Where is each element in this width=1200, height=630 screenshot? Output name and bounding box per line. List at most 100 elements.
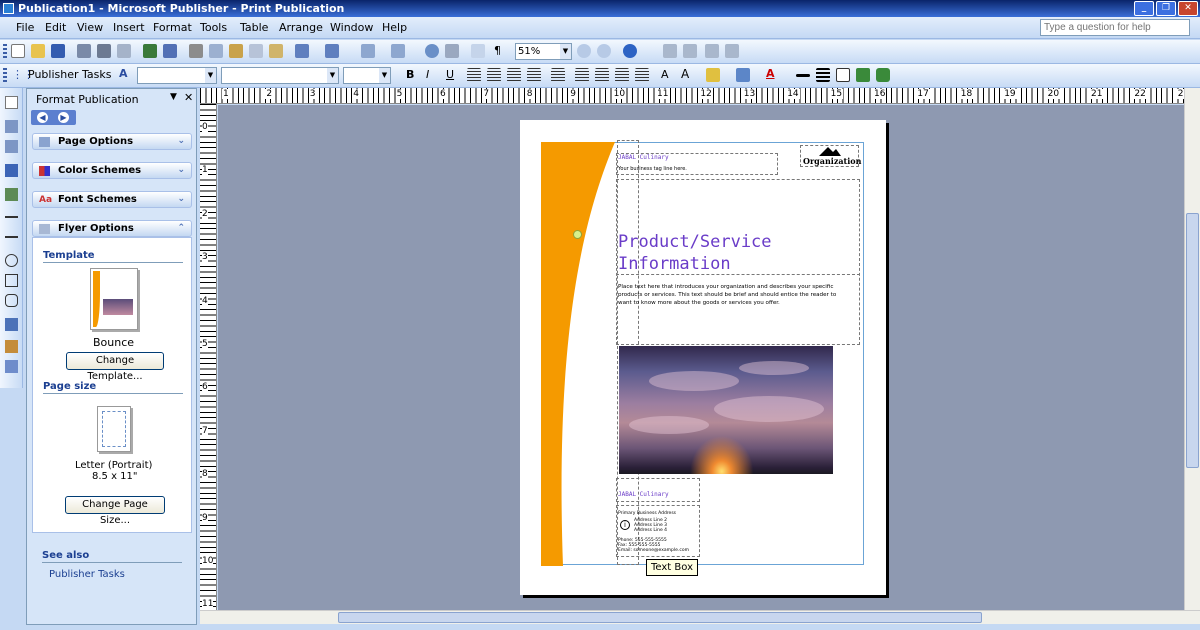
text-flow-icon[interactable] [705,44,719,58]
save-icon[interactable] [51,44,65,58]
spelling-icon[interactable] [143,44,157,58]
orange-swoosh-graphic[interactable] [541,142,615,566]
styles-icon[interactable]: A [119,67,128,80]
page-size-thumbnail[interactable] [97,406,131,452]
section-flyer-options[interactable]: Flyer Options ⌃ [32,220,192,237]
zoom-combo[interactable]: 51% ▼ [515,43,572,60]
align-left-icon[interactable] [467,68,481,82]
arrow-tool-icon[interactable] [5,236,18,238]
template-thumbnail[interactable] [90,268,138,330]
line-tool-icon[interactable] [5,216,18,218]
bullets-icon[interactable] [595,68,609,82]
align-right-icon[interactable] [507,68,521,82]
columns-icon[interactable] [471,44,485,58]
toolbar-grip[interactable] [3,68,7,84]
open-icon[interactable] [31,44,45,58]
chevron-down-icon[interactable]: ▼ [560,44,571,59]
research-icon[interactable] [163,44,177,58]
text-box-tool-icon[interactable] [5,120,18,133]
menu-tools[interactable]: Tools [196,20,231,35]
close-button[interactable]: ✕ [1178,1,1198,16]
picture-frame-icon[interactable] [5,188,18,201]
decrease-font-icon[interactable]: A [661,68,669,81]
shadow-style-icon[interactable] [856,68,870,82]
decrease-indent-icon[interactable] [615,68,629,82]
font-combo[interactable]: ▼ [221,67,339,84]
cut-icon[interactable] [189,44,203,58]
new-icon[interactable] [11,44,25,58]
menu-insert[interactable]: Insert [109,20,149,35]
justify-icon[interactable] [527,68,541,82]
print-preview-icon[interactable] [117,44,131,58]
email-icon[interactable] [77,44,91,58]
zoom-in-icon[interactable] [597,44,611,58]
object-tool-icon[interactable] [445,44,459,58]
increase-font-icon[interactable]: A [681,67,689,81]
bold-icon[interactable]: B [406,68,414,81]
help-search-input[interactable] [1040,19,1190,36]
autoshapes-icon[interactable] [5,294,18,307]
3d-style-icon[interactable] [876,68,890,82]
paste-special-icon[interactable] [249,44,263,58]
rotation-handle[interactable] [573,230,582,239]
vertical-ruler[interactable]: 0 1 2 3 4 5 6 7 8 9 10 11 [200,104,217,610]
text-flow-next-icon[interactable] [725,44,739,58]
unlink-icon[interactable] [683,44,697,58]
toolbar-grip[interactable] [3,44,7,60]
dash-style-icon[interactable] [816,68,830,82]
sunset-photo[interactable] [619,346,833,474]
insert-table-icon[interactable] [5,140,18,153]
restore-button[interactable]: ❐ [1156,1,1176,16]
print-icon[interactable] [97,44,111,58]
horizontal-ruler[interactable]: 1234567891011121314151617181920212223 [200,88,1191,104]
publisher-tasks-link[interactable]: Publisher Tasks [49,569,125,580]
line-style-icon[interactable] [796,74,810,77]
copy-icon[interactable] [209,44,223,58]
font-color-icon[interactable]: A [766,67,775,80]
menu-format[interactable]: Format [149,20,196,35]
section-color-schemes[interactable]: Color Schemes ⌄ [32,162,192,179]
oval-tool-icon[interactable] [5,254,18,267]
style-combo[interactable]: ▼ [137,67,217,84]
redo-icon[interactable] [325,44,339,58]
font-size-combo[interactable]: ▼ [343,67,391,84]
rectangle-tool-icon[interactable] [5,274,18,287]
design-gallery-icon[interactable] [5,340,18,353]
rotate-icon[interactable] [391,44,405,58]
numbering-icon[interactable] [575,68,589,82]
horizontal-scroll-thumb[interactable] [338,612,982,623]
underline-icon[interactable]: U [446,68,454,81]
select-objects-icon[interactable] [5,96,18,109]
paste-icon[interactable] [229,44,243,58]
line-color-icon[interactable] [736,68,750,82]
wordart-icon[interactable] [5,164,18,177]
chevron-down-icon[interactable]: ▼ [379,68,390,83]
vertical-scrollbar[interactable] [1184,88,1200,610]
insert-object-icon[interactable] [5,360,18,373]
chevron-down-icon[interactable]: ▼ [205,68,216,83]
chevron-down-icon[interactable]: ▼ [170,92,177,102]
zoom-out-icon[interactable] [577,44,591,58]
show-formatting-icon[interactable]: ¶ [494,44,501,57]
menu-arrange[interactable]: Arrange [275,20,327,35]
align-center-icon[interactable] [487,68,501,82]
hot-spot-icon[interactable] [5,318,18,331]
italic-icon[interactable]: I [426,68,429,81]
menu-table[interactable]: Table [236,20,272,35]
change-template-button[interactable]: Change Template... [66,352,164,382]
help-icon[interactable] [623,44,637,58]
line-spacing-icon[interactable] [551,68,565,82]
format-painter-icon[interactable] [269,44,283,58]
vertical-scroll-thumb[interactable] [1186,213,1199,468]
increase-indent-icon[interactable] [635,68,649,82]
web-icon[interactable] [425,44,439,58]
minimize-button[interactable]: _ [1134,1,1154,16]
horizontal-scrollbar[interactable] [200,610,1200,624]
forward-icon[interactable]: ▶ [58,112,69,123]
arrow-style-icon[interactable] [836,68,850,82]
change-page-size-button[interactable]: Change Page Size... [65,496,165,526]
back-icon[interactable]: ◀ [37,112,48,123]
menu-help[interactable]: Help [378,20,411,35]
menu-view[interactable]: View [73,20,107,35]
bring-to-front-icon[interactable] [361,44,375,58]
